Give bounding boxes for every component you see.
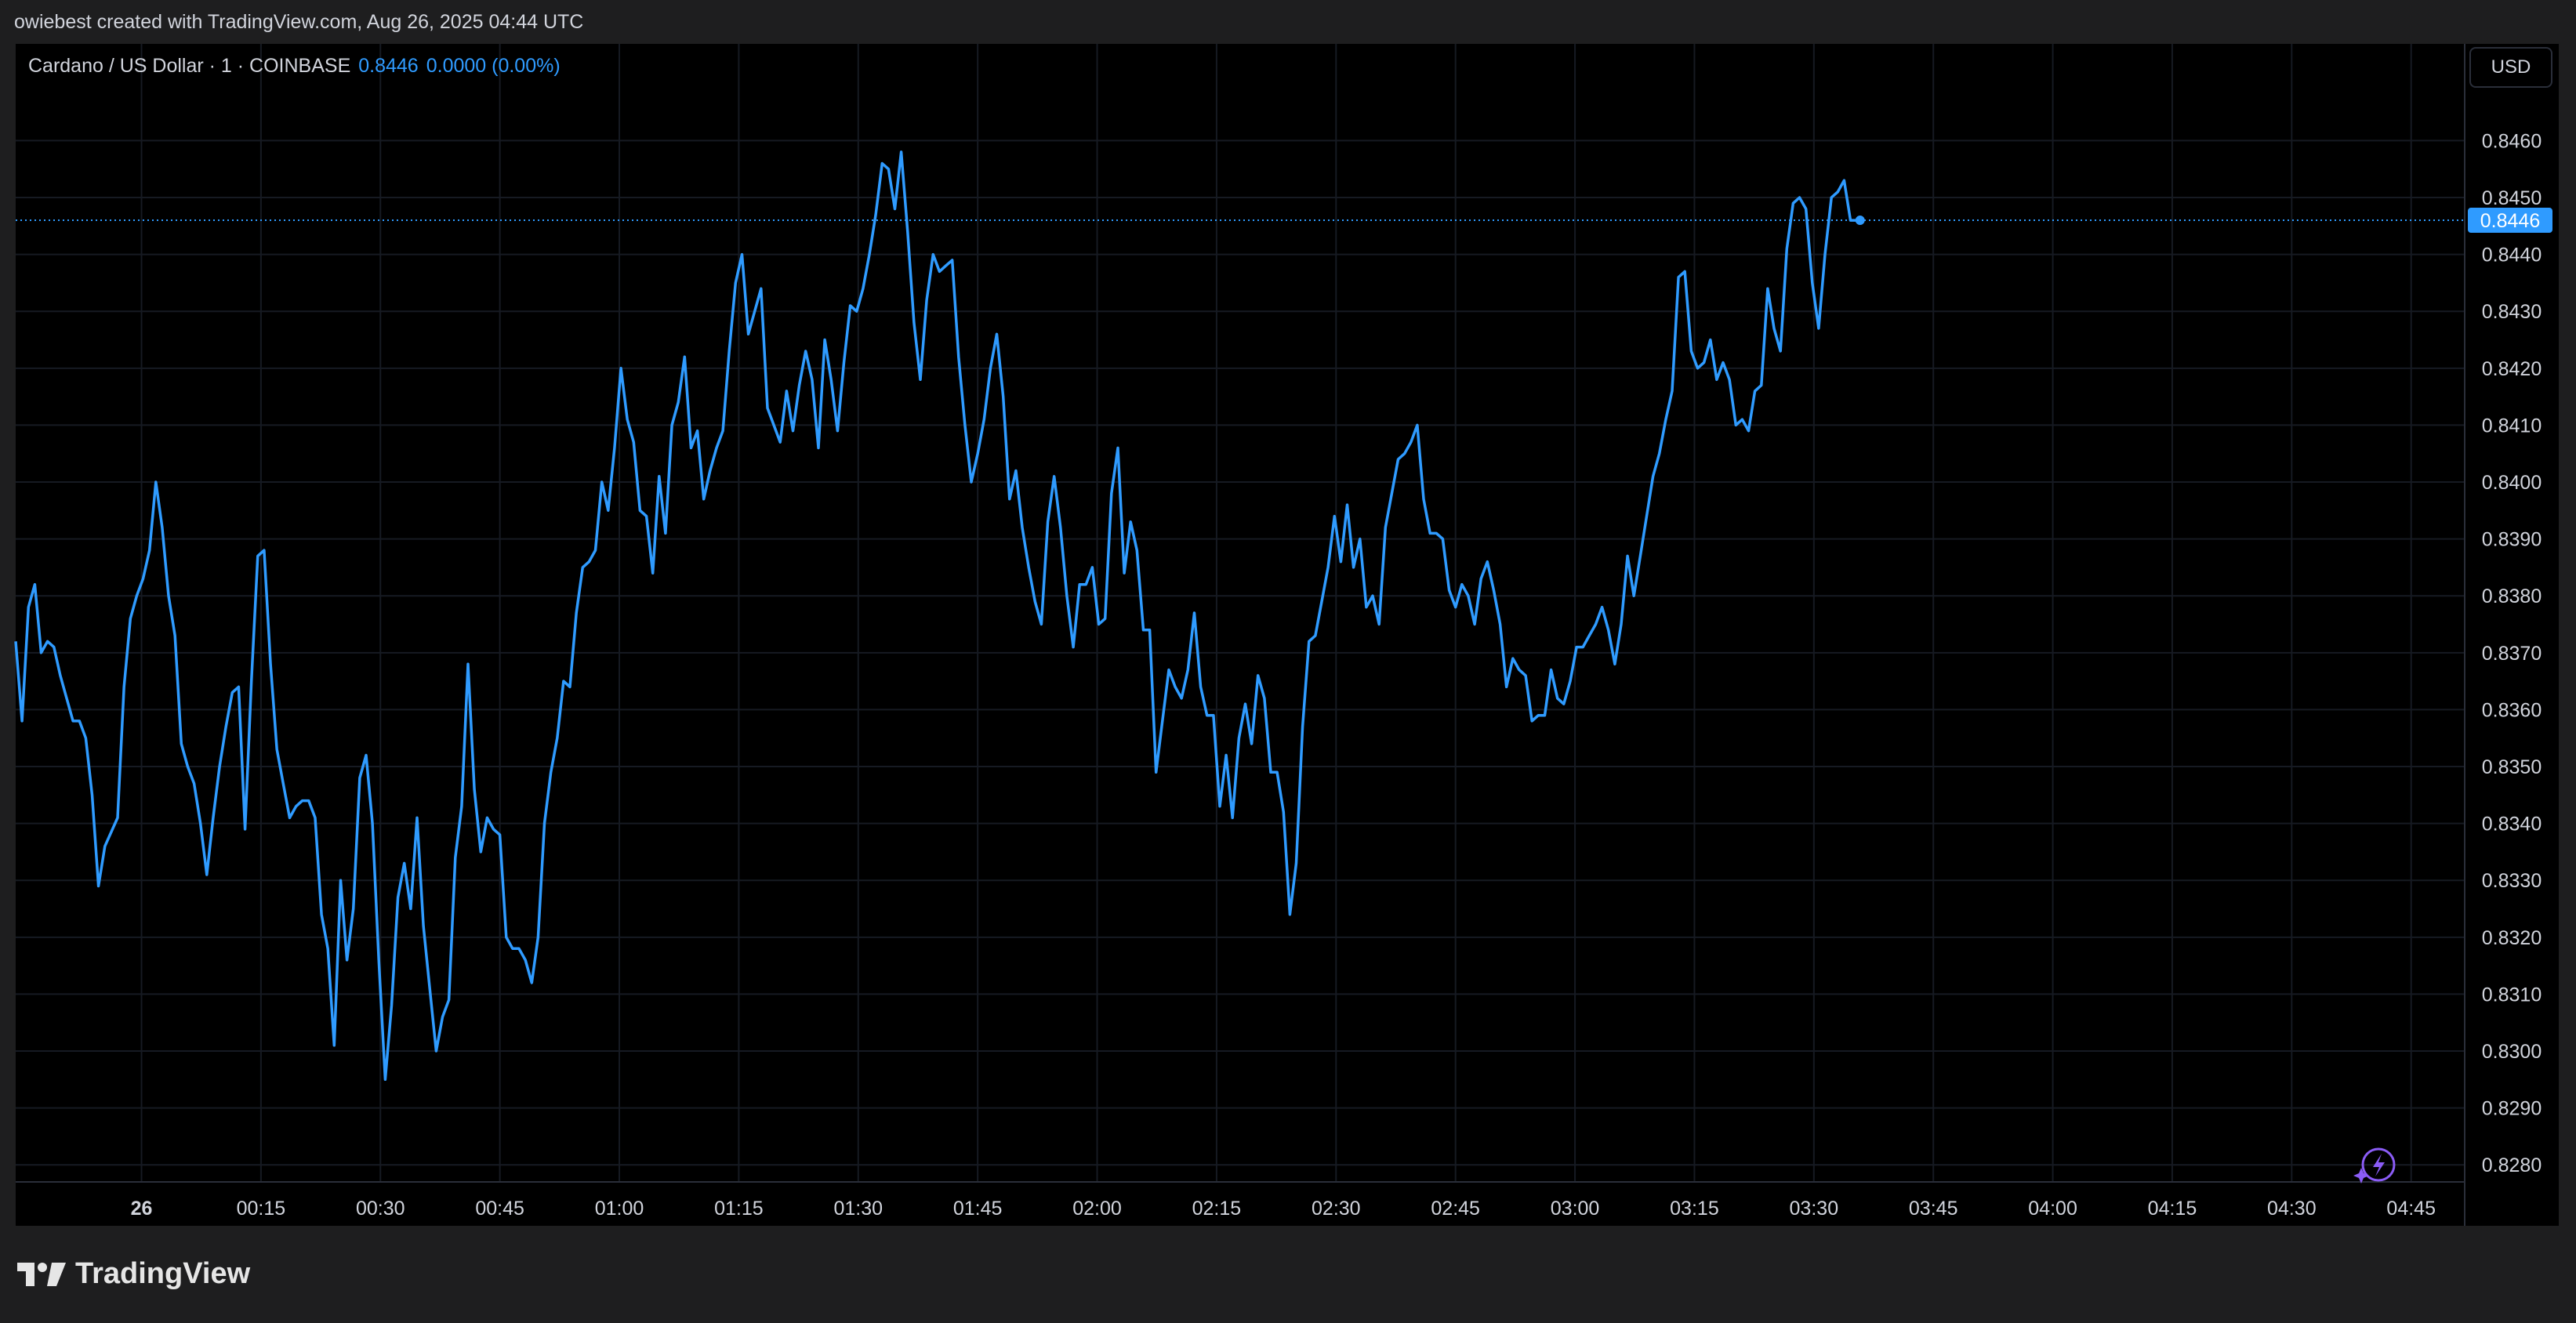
- x-tick-label: 04:45: [2386, 1198, 2436, 1220]
- y-tick-label: 0.8280: [2482, 1154, 2542, 1176]
- legend-last-price: 0.8446: [358, 55, 419, 77]
- x-tick-label: 03:30: [1790, 1198, 1839, 1220]
- symbol-legend[interactable]: Cardano / US Dollar · 1 · COINBASE 0.8446…: [28, 55, 561, 78]
- x-tick-label: 02:00: [1072, 1198, 1122, 1220]
- logo-text: TradingView: [75, 1257, 251, 1290]
- series-layer: [14, 150, 2465, 1082]
- x-tick-label: 01:15: [714, 1198, 764, 1220]
- y-tick-label: 0.8410: [2482, 415, 2542, 437]
- y-tick-label: 0.8440: [2482, 245, 2542, 266]
- y-tick-label: 0.8400: [2482, 472, 2542, 494]
- y-tick-label: 0.8370: [2482, 643, 2542, 665]
- y-tick-label: 0.8380: [2482, 585, 2542, 607]
- x-tick-label: 01:45: [953, 1198, 1003, 1220]
- y-tick-label: 0.8450: [2482, 187, 2542, 209]
- x-tick-label: 03:45: [1909, 1198, 1958, 1220]
- x-tick-label: 02:15: [1192, 1198, 1242, 1220]
- grid-lines: [16, 44, 2465, 1182]
- y-tick-label: 0.8290: [2482, 1098, 2542, 1120]
- y-tick-label: 0.8360: [2482, 699, 2542, 721]
- y-tick-label: 0.8340: [2482, 814, 2542, 835]
- legend-change: 0.0000 (0.00%): [426, 55, 561, 77]
- tick-labels: 0.8460 0.8450 0.8440 0.8430 0.8420 0.8410 0.84…: [131, 130, 2552, 1220]
- x-tick-label: 01:30: [834, 1198, 883, 1220]
- y-tick-label: 0.8460: [2482, 130, 2542, 152]
- x-tick-label: 00:45: [475, 1198, 524, 1220]
- x-tick-label: 02:30: [1312, 1198, 1361, 1220]
- y-tick-label: 0.8330: [2482, 870, 2542, 892]
- x-tick-label: 02:45: [1431, 1198, 1480, 1220]
- y-tick-label: 0.8350: [2482, 756, 2542, 778]
- x-tick-label: 04:15: [2148, 1198, 2197, 1220]
- x-tick-label: 03:15: [1670, 1198, 1719, 1220]
- x-tick-label: 26: [131, 1198, 153, 1220]
- last-price-badge-label: 0.8446: [2480, 210, 2540, 232]
- x-tick-label: 00:30: [356, 1198, 405, 1220]
- y-tick-label: 0.8320: [2482, 927, 2542, 949]
- y-tick-label: 0.8430: [2482, 301, 2542, 323]
- tradingview-logo-icon: [17, 1262, 66, 1286]
- price-line: [14, 150, 1860, 1082]
- y-tick-label: 0.8390: [2482, 529, 2542, 551]
- x-tick-label: 04:30: [2267, 1198, 2317, 1220]
- x-tick-label: 04:00: [2028, 1198, 2077, 1220]
- lightning-icon[interactable]: [2353, 1147, 2396, 1183]
- y-tick-label: 0.8420: [2482, 358, 2542, 380]
- x-tick-label: 01:00: [595, 1198, 644, 1220]
- tradingview-logo[interactable]: TradingView: [17, 1257, 250, 1291]
- price-chart: 0.8460 0.8450 0.8440 0.8430 0.8420 0.8410 0.84…: [14, 44, 2552, 1226]
- x-tick-label: 00:15: [237, 1198, 286, 1220]
- y-tick-label: 0.8310: [2482, 984, 2542, 1006]
- last-price-dot: [1855, 216, 1865, 226]
- symbol-title[interactable]: Cardano / US Dollar · 1 · COINBASE: [28, 55, 350, 77]
- currency-button[interactable]: USD: [2469, 47, 2552, 88]
- x-tick-label: 03:00: [1551, 1198, 1600, 1220]
- y-tick-label: 0.8300: [2482, 1041, 2542, 1063]
